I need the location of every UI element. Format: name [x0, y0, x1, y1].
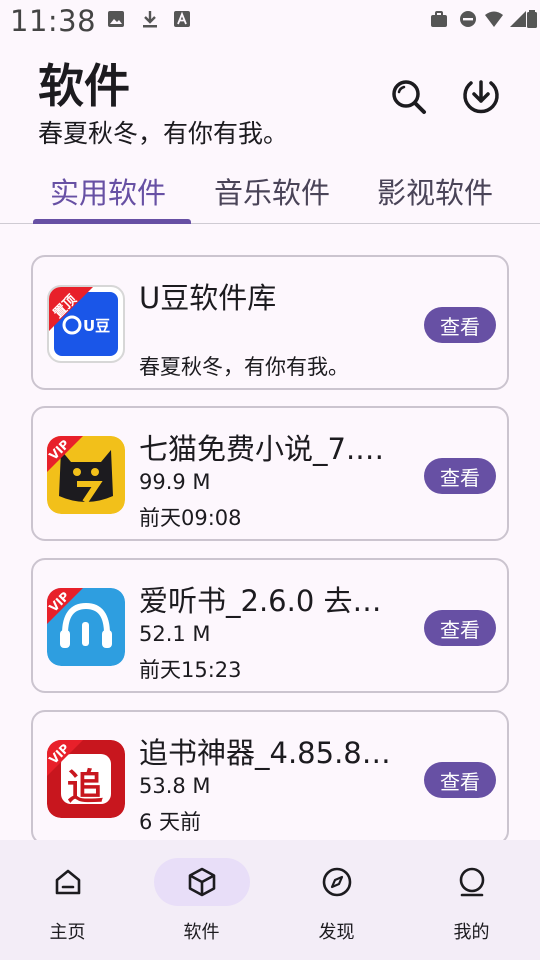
- app-icon-zhuishu: VIP 追: [47, 740, 125, 818]
- app-card-udou[interactable]: 置顶 U豆 U豆软件库 春夏秋冬，有你有我。 查看: [31, 255, 509, 390]
- view-button[interactable]: 查看: [424, 307, 496, 343]
- nav-discover[interactable]: 发现: [269, 840, 404, 960]
- app-name: 七猫免费小说_7.…: [139, 432, 385, 466]
- app-name: 爱听书_2.6.0 去…: [139, 584, 382, 618]
- nav-pill: [289, 858, 385, 906]
- app-icon-udou: 置顶 U豆: [47, 285, 125, 363]
- briefcase-icon: [431, 11, 447, 27]
- app-icon-text: 追: [67, 767, 104, 808]
- tab-video[interactable]: 影视软件: [377, 170, 493, 212]
- nav-software[interactable]: 软件: [134, 840, 269, 960]
- image-icon: [108, 11, 124, 27]
- app-list: 置顶 U豆 U豆软件库 春夏秋冬，有你有我。 查看 VIP 七猫免费小说_7.……: [0, 225, 540, 840]
- tab-indicator: [33, 219, 191, 224]
- app-name: U豆软件库: [139, 281, 277, 315]
- status-bar: 11:38: [0, 0, 540, 44]
- search-icon: [392, 80, 426, 114]
- cube-icon: [188, 867, 216, 897]
- app-size: 53.8 M: [139, 774, 211, 798]
- view-button[interactable]: 查看: [424, 762, 496, 798]
- status-time: 11:38: [10, 4, 97, 38]
- app-size: 99.9 M: [139, 470, 211, 494]
- category-tabs: 实用软件 音乐软件 影视软件: [0, 160, 540, 224]
- nav-label: 发现: [318, 922, 355, 943]
- view-button[interactable]: 查看: [424, 458, 496, 494]
- page-title: 软件: [38, 59, 130, 113]
- signal-icon: [510, 11, 526, 27]
- nav-pill: [154, 858, 250, 906]
- app-icon-aitingshu: VIP: [47, 588, 125, 666]
- app-icon-qimao: VIP: [47, 436, 125, 514]
- nav-label: 我的: [453, 922, 490, 943]
- app-date: 前天09:08: [139, 506, 242, 530]
- tab-utility[interactable]: 实用软件: [50, 170, 166, 212]
- app-card-aitingshu[interactable]: VIP 爱听书_2.6.0 去… 52.1 M 前天15:23 查看: [31, 558, 509, 693]
- app-card-zhuishu[interactable]: VIP 追 追书神器_4.85.8… 53.8 M 6 天前 查看: [31, 710, 509, 840]
- download-circle-icon: [463, 80, 499, 114]
- page-subtitle: 春夏秋冬，有你有我。: [38, 119, 289, 148]
- app-card-qimao[interactable]: VIP 七猫免费小说_7.… 99.9 M 前天09:08 查看: [31, 406, 509, 541]
- app-date: 6 天前: [139, 810, 202, 834]
- app-description: 春夏秋冬，有你有我。: [139, 355, 349, 379]
- app-date: 前天15:23: [139, 658, 242, 682]
- download-icon: [143, 11, 157, 28]
- dnd-icon: [460, 11, 476, 27]
- nav-label: 软件: [183, 922, 220, 943]
- nav-pill: [424, 858, 520, 906]
- search-button[interactable]: [386, 74, 430, 118]
- home-icon: [55, 869, 81, 895]
- view-button[interactable]: 查看: [424, 610, 496, 646]
- battery-icon: [527, 10, 537, 28]
- tab-music[interactable]: 音乐软件: [214, 170, 330, 212]
- app-icon-text: U豆: [83, 317, 111, 335]
- person-icon: [459, 867, 485, 897]
- nav-label: 主页: [49, 922, 86, 943]
- font-a-icon: [174, 11, 190, 27]
- compass-icon: [322, 867, 352, 897]
- app-name: 追书神器_4.85.8…: [139, 736, 391, 770]
- download-button[interactable]: [459, 74, 503, 118]
- bottom-nav: 主页 软件 发现 我的: [0, 840, 540, 960]
- wifi-icon: [485, 11, 503, 27]
- nav-pill: [20, 858, 116, 906]
- nav-profile[interactable]: 我的: [404, 840, 539, 960]
- app-size: 52.1 M: [139, 622, 211, 646]
- nav-home[interactable]: 主页: [0, 840, 135, 960]
